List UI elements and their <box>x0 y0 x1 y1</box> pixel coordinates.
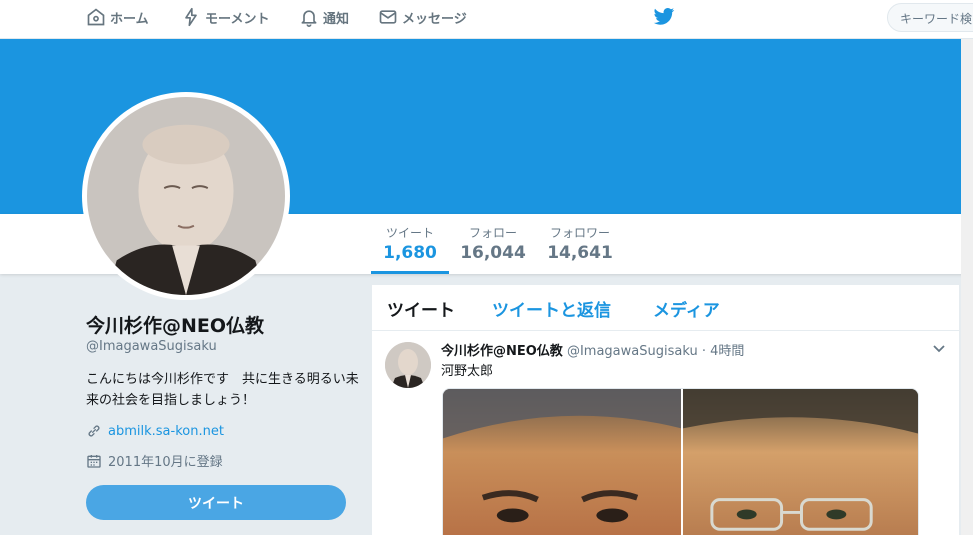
profile-website[interactable]: abmilk.sa-kon.net <box>86 423 224 439</box>
profile-avatar[interactable] <box>82 92 290 300</box>
profile-website-label: abmilk.sa-kon.net <box>108 423 224 439</box>
tweet-author-avatar[interactable] <box>385 342 431 388</box>
top-navigation: ホーム モーメント 通知 メッセージ キーワード検 <box>0 0 973 39</box>
tweet-author-handle[interactable]: @ImagawaSugisaku <box>567 344 698 359</box>
twitter-bird-icon[interactable] <box>653 7 675 27</box>
timeline: ツイート ツイートと返信 メディア 今川杉作@NEO仏教 @ImagawaSug… <box>372 285 959 535</box>
tweet-header: 今川杉作@NEO仏教 @ImagawaSugisaku · 4時間 <box>441 340 744 359</box>
envelope-icon <box>379 10 397 24</box>
search-input[interactable]: キーワード検 <box>887 3 973 32</box>
timeline-tabs: ツイート ツイートと返信 メディア <box>372 285 959 331</box>
tweet-media-image[interactable] <box>442 388 919 535</box>
tweet-author-name[interactable]: 今川杉作@NEO仏教 <box>441 344 563 359</box>
stat-followers[interactable]: フォロワー 14,641 <box>542 224 618 263</box>
tab-tweets[interactable]: ツイート <box>387 296 455 321</box>
nav-moments-label: モーメント <box>205 11 270 27</box>
stat-following-value: 16,044 <box>460 243 526 263</box>
lightning-icon <box>185 7 197 27</box>
tweet-separator: · <box>701 344 706 359</box>
compose-tweet-button[interactable]: ツイート <box>86 485 346 520</box>
stat-tweets-label: ツイート <box>385 226 434 240</box>
home-icon <box>87 8 105 26</box>
tweet-timestamp[interactable]: 4時間 <box>710 344 744 359</box>
stat-tweets-value: 1,680 <box>383 243 437 263</box>
profile-bio: こんにちは今川杉作です 共に生きる明るい未来の社会を目指しましょう！ <box>86 372 359 408</box>
nav-home-label: ホーム <box>110 11 149 27</box>
tweet-text: 河野太郎 <box>441 364 494 379</box>
calendar-icon <box>87 454 101 468</box>
stat-following[interactable]: フォロー 16,044 <box>458 224 528 263</box>
page-scrollbar[interactable] <box>961 39 973 535</box>
chevron-down-icon[interactable] <box>931 340 947 356</box>
link-icon <box>88 425 100 437</box>
nav-notifications[interactable]: 通知 <box>299 6 349 28</box>
stat-followers-label: フォロワー <box>549 226 610 240</box>
stat-tweets[interactable]: ツイート 1,680 <box>371 224 449 274</box>
tab-tweets-and-replies[interactable]: ツイートと返信 <box>492 296 611 321</box>
profile-joined-label: 2011年10月に登録 <box>108 455 223 470</box>
nav-moments[interactable]: モーメント <box>181 6 269 28</box>
nav-messages-label: メッセージ <box>402 11 467 27</box>
avatar-image <box>87 97 285 295</box>
profile-joined-date: 2011年10月に登録 <box>86 451 223 470</box>
stat-followers-value: 14,641 <box>547 243 613 263</box>
bell-icon <box>301 10 317 27</box>
nav-home[interactable]: ホーム <box>86 6 149 28</box>
tab-media[interactable]: メディア <box>653 296 720 321</box>
profile-handle[interactable]: @ImagawaSugisaku <box>86 339 217 354</box>
nav-messages[interactable]: メッセージ <box>378 6 467 28</box>
nav-notifications-label: 通知 <box>323 11 350 27</box>
profile-name[interactable]: 今川杉作@NEO仏教 <box>86 311 264 338</box>
stat-following-label: フォロー <box>468 226 517 240</box>
